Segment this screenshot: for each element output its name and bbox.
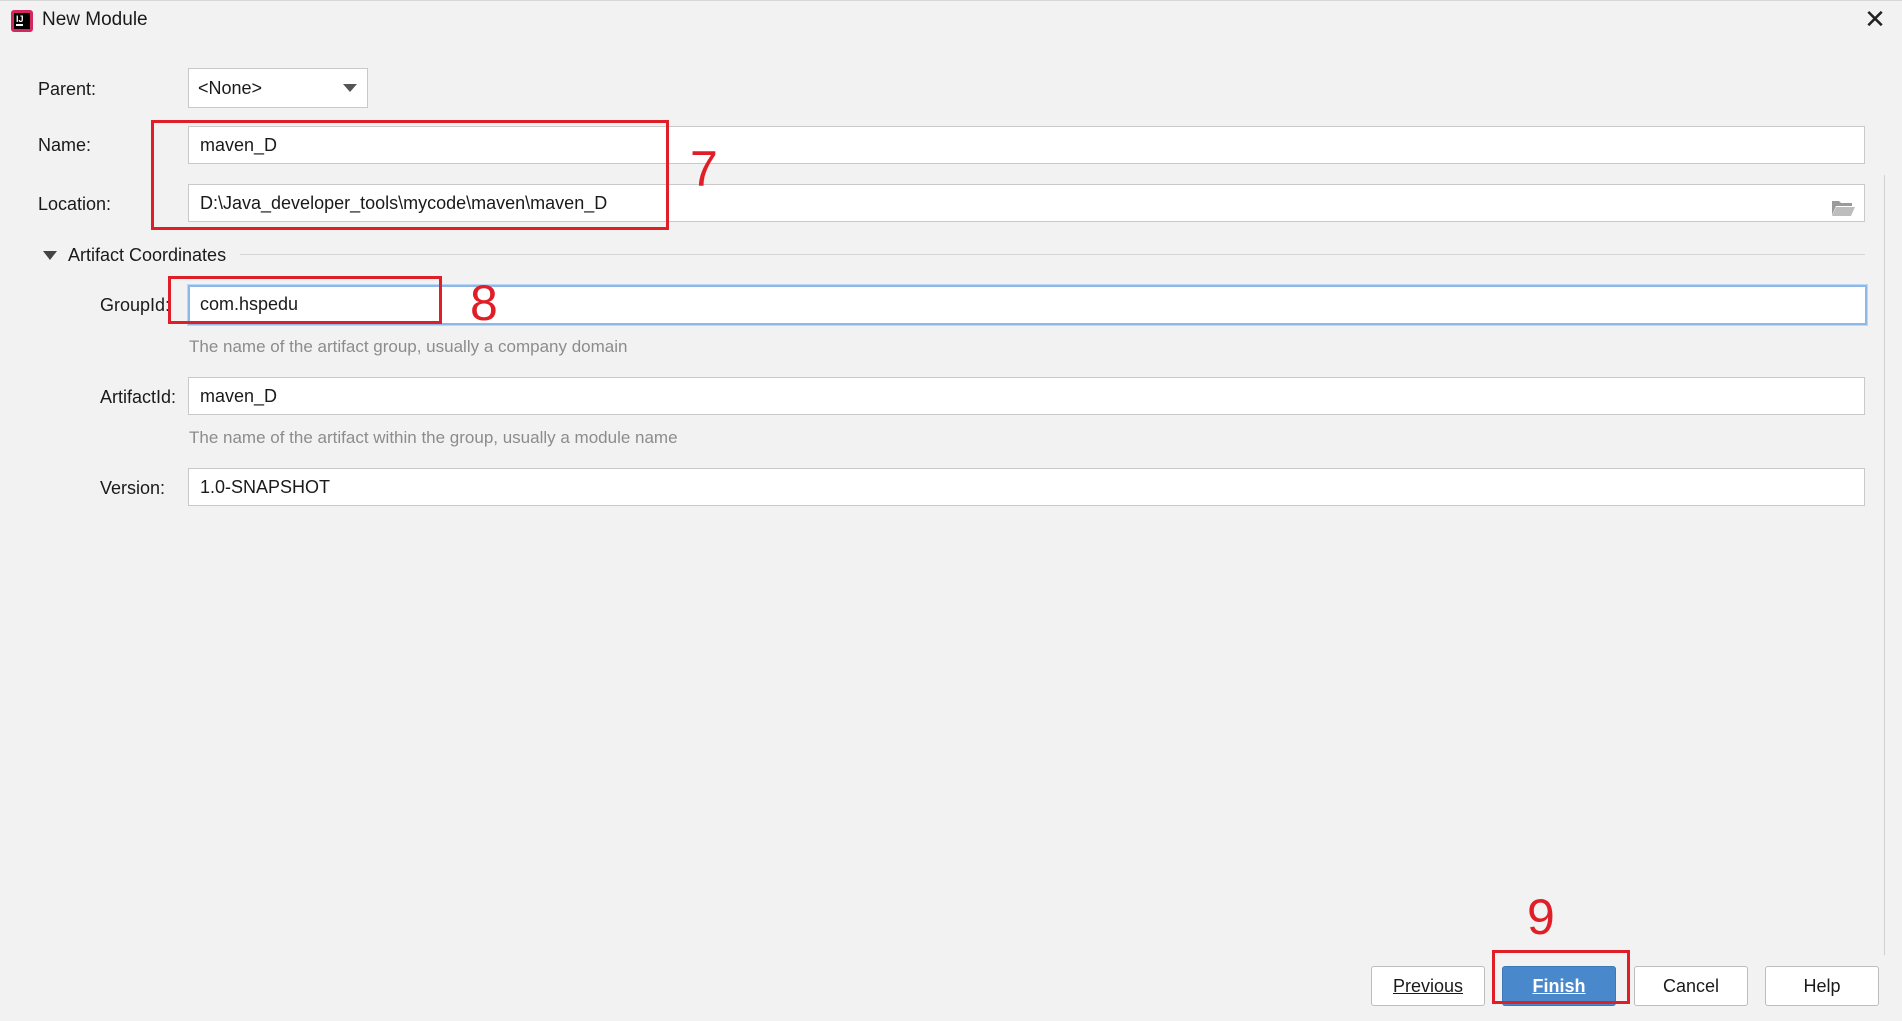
annotation-number-8: 8 <box>470 275 498 331</box>
previous-button[interactable]: Previous <box>1371 966 1485 1006</box>
artifact-coordinates-title[interactable]: Artifact Coordinates <box>68 245 226 266</box>
title-bar <box>0 0 1902 43</box>
collapse-triangle-icon[interactable] <box>43 251 57 260</box>
previous-button-label: Previous <box>1392 976 1464 996</box>
cancel-button[interactable]: Cancel <box>1634 966 1748 1006</box>
version-input[interactable]: 1.0-SNAPSHOT <box>188 468 1865 506</box>
scrollbar-track[interactable] <box>1884 175 1885 955</box>
artifactid-input[interactable]: maven_D <box>188 377 1865 415</box>
window-title: New Module <box>42 9 148 30</box>
version-label: Version: <box>100 478 166 498</box>
close-icon[interactable]: ✕ <box>1860 4 1890 34</box>
section-divider <box>240 254 1865 255</box>
artifactid-label: ArtifactId: <box>100 387 177 407</box>
annotation-number-9: 9 <box>1527 889 1555 945</box>
help-button[interactable]: Help <box>1765 966 1879 1006</box>
artifactid-hint: The name of the artifact within the grou… <box>189 428 678 447</box>
annotation-box-7 <box>151 120 669 230</box>
name-label: Name: <box>38 135 92 155</box>
chevron-down-icon <box>343 84 357 92</box>
app-icon: IJ <box>10 9 34 33</box>
annotation-number-7: 7 <box>690 141 718 197</box>
groupid-label: GroupId: <box>100 295 171 315</box>
parent-dropdown-value: <None> <box>198 78 263 98</box>
annotation-box-9 <box>1492 950 1630 1004</box>
location-label: Location: <box>38 194 112 214</box>
annotation-box-8 <box>168 276 442 324</box>
parent-dropdown[interactable]: <None> <box>188 68 368 108</box>
svg-text:IJ: IJ <box>16 14 24 24</box>
groupid-hint: The name of the artifact group, usually … <box>189 337 628 356</box>
folder-open-icon[interactable] <box>1830 194 1856 216</box>
parent-label: Parent: <box>38 79 97 99</box>
